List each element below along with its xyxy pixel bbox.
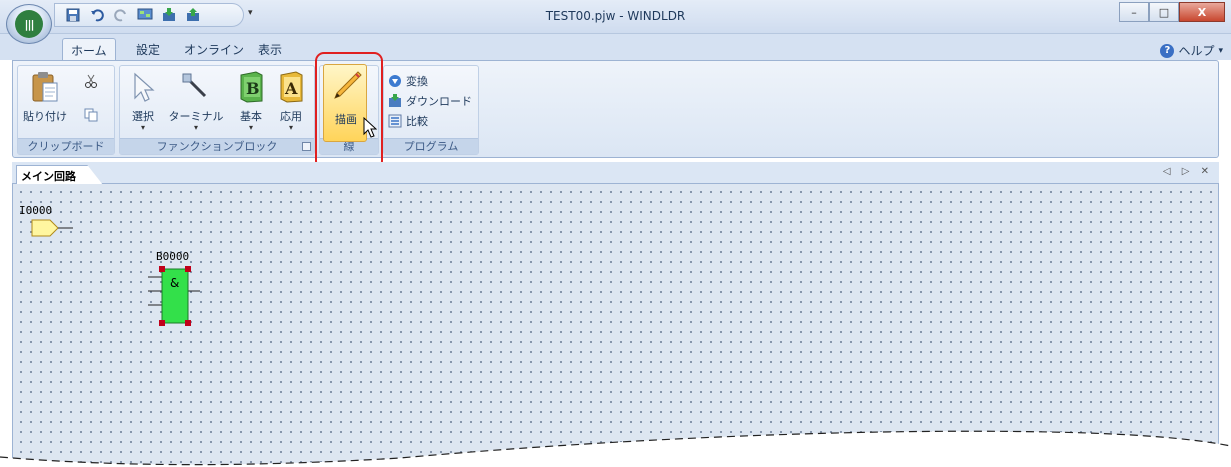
close-button[interactable]: X <box>1179 2 1225 22</box>
application-book-icon: A <box>276 70 306 104</box>
convert-arrow-icon <box>388 74 402 88</box>
basic-label: 基本 <box>240 110 262 123</box>
basic-book-icon: B <box>236 70 266 104</box>
document-tab-bar: メイン回路 ◁ ▷ ✕ <box>12 162 1219 185</box>
function-block-label-text: ファンクションブロック <box>156 140 278 153</box>
compare-icon <box>388 114 402 128</box>
terminal-label: ターミナル <box>168 110 224 123</box>
convert-button[interactable]: 変換 <box>388 72 428 90</box>
scissors-icon <box>84 74 98 88</box>
and-symbol: & <box>170 276 179 290</box>
title-bar: ||| ▾ TEST00.pjw - WINDLDR – □ X <box>0 0 1231 44</box>
compare-label: 比較 <box>406 115 428 128</box>
help-label: ヘルプ <box>1178 44 1215 58</box>
tab-online[interactable]: オンライン <box>176 38 252 60</box>
clipboard-icon <box>30 70 60 104</box>
download-button[interactable]: ダウンロード <box>388 92 472 110</box>
and-block[interactable]: & <box>148 263 208 332</box>
convert-label: 変換 <box>406 75 428 88</box>
torn-edge-decoration <box>0 420 1231 467</box>
basic-glyph: B <box>246 79 260 98</box>
application-glyph: A <box>284 79 298 98</box>
basic-block-button[interactable]: B 基本 ▾ <box>232 68 270 134</box>
and-block-label: B0000 <box>156 250 190 263</box>
help-icon: ? <box>1160 43 1175 58</box>
input-label: I0000 <box>19 204 53 217</box>
terminal-dropdown-icon: ▾ <box>193 123 198 132</box>
window-title: TEST00.pjw - WINDLDR <box>545 9 686 23</box>
chevron-down-icon: ▾ <box>1218 45 1223 56</box>
program-group: 変換 ダウンロード 比較 プログラム <box>383 65 479 155</box>
compare-button[interactable]: 比較 <box>388 112 428 130</box>
input-terminal[interactable] <box>31 219 75 242</box>
tab-main-circuit[interactable]: メイン回路 <box>16 165 103 185</box>
windldr-logo-icon: ||| <box>15 10 43 38</box>
draw-button-highlight <box>315 52 383 170</box>
tab-view[interactable]: 表示 <box>250 38 290 60</box>
tab-settings[interactable]: 設定 <box>128 38 168 60</box>
function-block-group-label: ファンクションブロック <box>120 138 314 154</box>
minimize-button[interactable]: – <box>1119 2 1149 22</box>
program-group-label: プログラム <box>384 138 478 154</box>
cut-button[interactable] <box>84 72 98 90</box>
maximize-button[interactable]: □ <box>1149 2 1179 22</box>
document-nav-controls[interactable]: ◁ ▷ ✕ <box>1163 166 1213 177</box>
window-controls: – □ X <box>1119 2 1225 22</box>
cursor-arrow-icon <box>128 70 158 104</box>
help-menu[interactable]: ? ヘルプ ▾ <box>1160 42 1223 59</box>
application-block-button[interactable]: A 応用 ▾ <box>272 68 310 134</box>
terminal-wire-icon <box>181 70 211 104</box>
clipboard-group: 貼り付け クリップボード <box>17 65 115 155</box>
terminal-button[interactable]: ターミナル ▾ <box>168 68 224 134</box>
copy-icon <box>84 108 98 122</box>
tab-home[interactable]: ホーム <box>62 38 116 60</box>
basic-dropdown-icon: ▾ <box>248 123 253 132</box>
select-dropdown-icon: ▾ <box>140 123 145 132</box>
dialog-launcher-icon[interactable] <box>302 142 311 151</box>
select-button[interactable]: 選択 ▾ <box>124 68 162 134</box>
app-menu-button[interactable]: ||| <box>6 4 52 44</box>
select-label: 選択 <box>132 110 154 123</box>
ribbon-panel: 貼り付け クリップボード 選択 ▾ ターミナル ▾ B 基本 ▾ A 応用 ▾ … <box>12 60 1219 158</box>
function-block-group: 選択 ▾ ターミナル ▾ B 基本 ▾ A 応用 ▾ ファンクションブロック <box>119 65 315 155</box>
copy-button[interactable] <box>84 106 98 124</box>
download-label: ダウンロード <box>406 95 472 108</box>
application-label: 応用 <box>280 110 302 123</box>
paste-label: 貼り付け <box>23 110 67 123</box>
download-icon <box>388 94 402 108</box>
application-dropdown-icon: ▾ <box>288 123 293 132</box>
paste-button[interactable]: 貼り付け <box>22 68 68 134</box>
ribbon-tab-row: ホーム 設定 オンライン 表示 ? ヘルプ ▾ <box>0 34 1231 60</box>
clipboard-group-label: クリップボード <box>18 138 114 154</box>
